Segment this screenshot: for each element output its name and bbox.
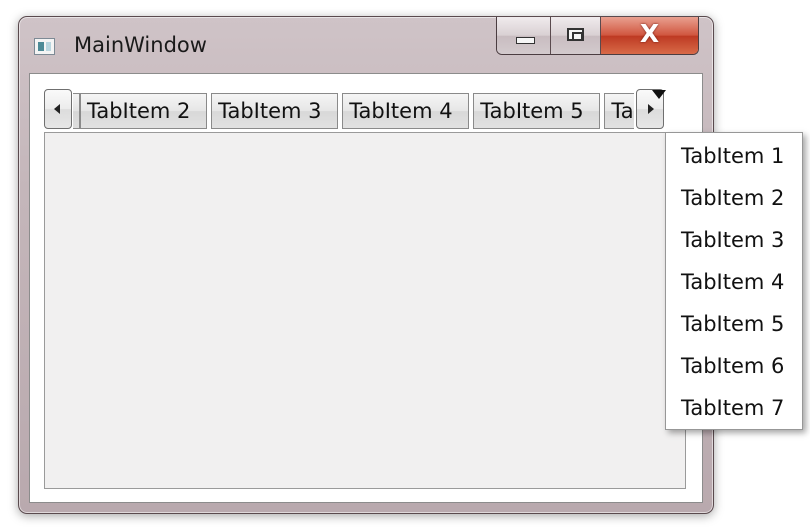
minimize-button[interactable] [497,17,551,54]
tab-strip: TabItem 2 TabItem 3 TabItem 4 TabItem 5 … [73,93,634,129]
scroll-left-button[interactable] [44,89,72,129]
maximize-icon [567,28,584,41]
tab-content-panel [44,132,686,489]
maximize-button[interactable] [551,17,601,54]
menu-item-tabitem-6[interactable]: TabItem 6 [666,345,802,387]
chevron-right-icon [648,104,654,114]
tab-item-5[interactable]: TabItem 5 [473,93,601,129]
minimize-icon [516,37,535,44]
chevron-left-icon [54,104,60,114]
tabs-row: TabItem 2 TabItem 3 TabItem 4 TabItem 5 … [80,93,634,129]
tab-item-2[interactable]: TabItem 2 [80,93,207,129]
menu-item-tabitem-1[interactable]: TabItem 1 [666,135,802,177]
window-icon-pane-right [46,42,51,51]
window-title: MainWindow [74,33,207,57]
tab-item-1-partial[interactable] [73,93,80,129]
tab-item-6-partial[interactable]: Tab [604,93,634,129]
window-icon [34,38,55,55]
menu-item-tabitem-7[interactable]: TabItem 7 [666,387,802,429]
window-client-area: TabItem 2 TabItem 3 TabItem 4 TabItem 5 … [29,73,703,503]
caption-buttons: X [496,17,699,55]
menu-item-tabitem-3[interactable]: TabItem 3 [666,219,802,261]
tab-item-3[interactable]: TabItem 3 [211,93,339,129]
menu-item-tabitem-4[interactable]: TabItem 4 [666,261,802,303]
main-window: MainWindow X TabItem 2 TabItem 3 TabItem… [18,16,714,514]
menu-item-tabitem-2[interactable]: TabItem 2 [666,177,802,219]
tab-item-4[interactable]: TabItem 4 [342,93,470,129]
menu-item-tabitem-5[interactable]: TabItem 5 [666,303,802,345]
caret-down-icon[interactable] [652,90,666,99]
window-icon-pane-left [38,42,44,51]
tab-dropdown-menu: TabItem 1 TabItem 2 TabItem 3 TabItem 4 … [665,132,803,430]
close-button[interactable]: X [601,17,698,54]
close-icon: X [639,19,660,48]
